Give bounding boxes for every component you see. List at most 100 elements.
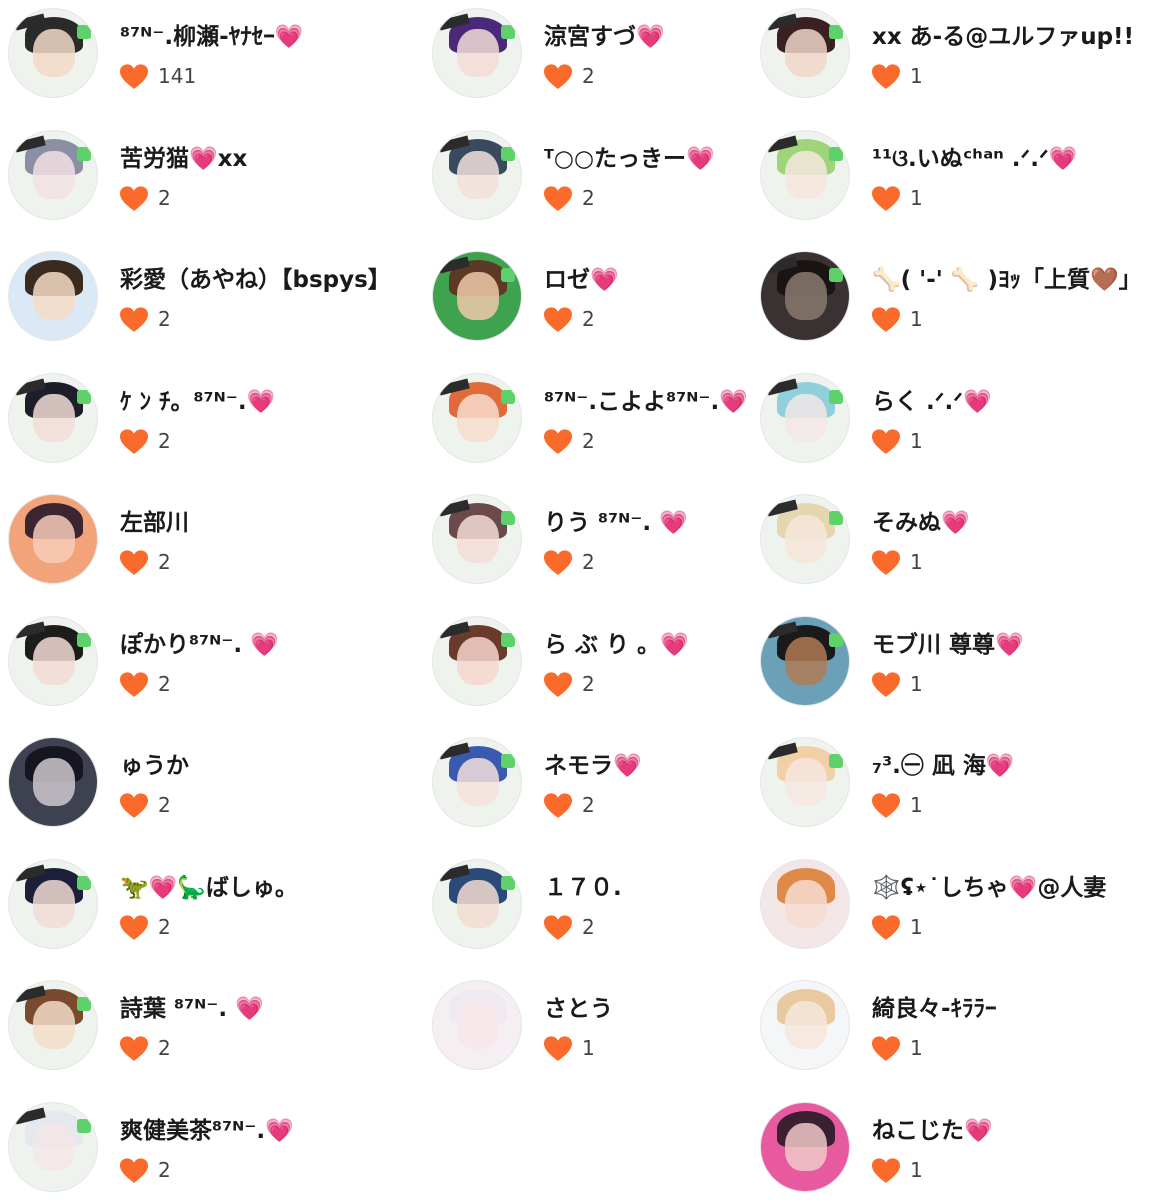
heart-icon[interactable] xyxy=(544,914,572,941)
user-avatar[interactable] xyxy=(8,1101,98,1192)
user-avatar[interactable] xyxy=(8,8,98,98)
user-avatar[interactable] xyxy=(432,980,522,1070)
user-list-item[interactable]: そみぬ💗 1 xyxy=(760,494,1160,594)
user-avatar[interactable] xyxy=(760,372,850,463)
heart-icon[interactable] xyxy=(872,671,900,698)
user-avatar[interactable] xyxy=(432,858,522,949)
user-avatar[interactable] xyxy=(432,372,522,463)
heart-icon[interactable] xyxy=(120,64,148,90)
user-avatar[interactable] xyxy=(760,858,850,949)
user-list-item[interactable]: 綺良々-ｷﾗﾗｰ 1 xyxy=(760,980,1160,1080)
user-avatar[interactable] xyxy=(432,494,522,584)
user-avatar[interactable] xyxy=(8,615,98,706)
user-list-item[interactable]: ¹¹ଓ.いぬᶜʰᵃⁿ .ᐟ.ᐟ💗 1 xyxy=(760,129,1160,230)
heart-icon[interactable] xyxy=(544,64,572,90)
user-avatar[interactable] xyxy=(8,129,98,220)
like-count: 2 xyxy=(582,307,595,331)
user-avatar[interactable] xyxy=(432,737,522,827)
heart-icon[interactable] xyxy=(120,185,148,212)
avatar-frame-badge xyxy=(501,389,515,404)
user-avatar[interactable] xyxy=(760,8,850,98)
user-list-item[interactable]: ⁸⁷ᴺ⁻.柳瀬-ﾔﾅｾｰ💗 141 xyxy=(8,8,408,108)
user-list-item[interactable]: 🦴( '-' 🦴 )ﾖｯ「上質🤎」 1 xyxy=(760,251,1160,351)
heart-icon[interactable] xyxy=(544,671,572,698)
heart-icon[interactable] xyxy=(544,428,572,455)
heart-icon[interactable] xyxy=(544,307,572,333)
user-avatar[interactable] xyxy=(760,1101,850,1192)
user-list-item[interactable]: ₇³.㊀ 凪 海💗 1 xyxy=(760,737,1160,837)
heart-icon[interactable] xyxy=(120,428,148,455)
avatar-face-shape xyxy=(785,29,827,77)
avatar-face-shape xyxy=(785,758,827,806)
avatar-frame-badge xyxy=(77,997,91,1011)
like-count: 2 xyxy=(582,550,595,574)
user-list-item[interactable]: ぽかり⁸⁷ᴺ⁻. 💗 2 xyxy=(8,615,408,716)
like-count: 2 xyxy=(158,1036,171,1060)
user-display-name: 彩愛（あやね）【bspys】 xyxy=(120,267,391,293)
user-list-item[interactable]: らく .ᐟ.ᐟ💗 1 xyxy=(760,372,1160,473)
like-count: 1 xyxy=(910,550,923,574)
heart-icon[interactable] xyxy=(120,550,148,576)
user-avatar[interactable] xyxy=(8,980,98,1070)
heart-icon[interactable] xyxy=(544,185,572,212)
heart-icon[interactable] xyxy=(872,1036,900,1062)
heart-icon[interactable] xyxy=(120,1036,148,1062)
user-list-item[interactable]: ねこじた💗 1 xyxy=(760,1101,1160,1202)
user-avatar[interactable] xyxy=(432,129,522,220)
user-avatar[interactable] xyxy=(760,129,850,220)
user-list-item[interactable]: 🦖💗🦕ばしゅ。 2 xyxy=(8,858,408,959)
heart-icon[interactable] xyxy=(544,793,572,819)
avatar-face-shape xyxy=(785,272,827,320)
heart-icon[interactable] xyxy=(872,914,900,941)
heart-icon[interactable] xyxy=(872,185,900,212)
avatar-frame-badge xyxy=(501,146,515,161)
user-avatar[interactable] xyxy=(8,858,98,949)
avatar-frame-badge xyxy=(501,754,515,768)
avatar-face-shape xyxy=(785,1122,827,1171)
heart-icon[interactable] xyxy=(120,914,148,941)
user-list-item[interactable]: 🕸️ʢ⋆˙しちゃ💗@人妻 1 xyxy=(760,858,1160,959)
user-display-name: ねこじた💗 xyxy=(872,1117,993,1144)
like-count: 1 xyxy=(910,671,923,696)
user-avatar[interactable] xyxy=(8,494,98,584)
heart-icon[interactable] xyxy=(872,1157,900,1184)
user-avatar[interactable] xyxy=(432,615,522,706)
user-list-item[interactable]: ゅうか 2 xyxy=(8,737,408,837)
user-list-item[interactable]: 左部川 2 xyxy=(8,494,408,594)
user-list-item[interactable]: xx あ-る@ユルファup!! 1 xyxy=(760,8,1160,108)
heart-icon[interactable] xyxy=(872,64,900,90)
like-count: 2 xyxy=(582,914,595,939)
heart-icon[interactable] xyxy=(120,671,148,698)
avatar-face-shape xyxy=(785,879,827,928)
heart-icon[interactable] xyxy=(872,793,900,819)
avatar-face-shape xyxy=(785,393,827,442)
user-avatar[interactable] xyxy=(760,615,850,706)
user-avatar[interactable] xyxy=(8,737,98,827)
user-avatar[interactable] xyxy=(432,251,522,341)
heart-icon[interactable] xyxy=(544,1036,572,1062)
user-avatar[interactable] xyxy=(8,372,98,463)
avatar-frame-badge xyxy=(501,511,515,525)
heart-icon[interactable] xyxy=(544,550,572,576)
user-display-name: ᵀ○○たっきー💗 xyxy=(544,145,715,172)
heart-icon[interactable] xyxy=(872,550,900,576)
user-avatar[interactable] xyxy=(760,494,850,584)
user-list-item[interactable]: 彩愛（あやね）【bspys】 2 xyxy=(8,251,408,351)
heart-icon[interactable] xyxy=(872,428,900,455)
user-avatar[interactable] xyxy=(760,737,850,827)
user-list-item[interactable]: モブ川 尊尊💗 1 xyxy=(760,615,1160,716)
user-display-name: 綺良々-ｷﾗﾗｰ xyxy=(872,996,997,1022)
user-avatar[interactable] xyxy=(432,8,522,98)
user-list-item[interactable]: ｹ ﾝ ﾁ。⁸⁷ᴺ⁻.💗 2 xyxy=(8,372,408,473)
heart-icon[interactable] xyxy=(120,307,148,333)
user-display-name: ｹ ﾝ ﾁ。⁸⁷ᴺ⁻.💗 xyxy=(120,388,276,415)
user-list-item[interactable]: 爽健美茶⁸⁷ᴺ⁻.💗 2 xyxy=(8,1101,408,1202)
user-avatar[interactable] xyxy=(760,251,850,341)
heart-icon[interactable] xyxy=(120,793,148,819)
user-list-item[interactable]: 詩葉 ⁸⁷ᴺ⁻. 💗 2 xyxy=(8,980,408,1080)
heart-icon[interactable] xyxy=(872,307,900,333)
user-list-item[interactable]: 苦労猫💗xx 2 xyxy=(8,129,408,230)
heart-icon[interactable] xyxy=(120,1157,148,1184)
user-avatar[interactable] xyxy=(760,980,850,1070)
user-avatar[interactable] xyxy=(8,251,98,341)
